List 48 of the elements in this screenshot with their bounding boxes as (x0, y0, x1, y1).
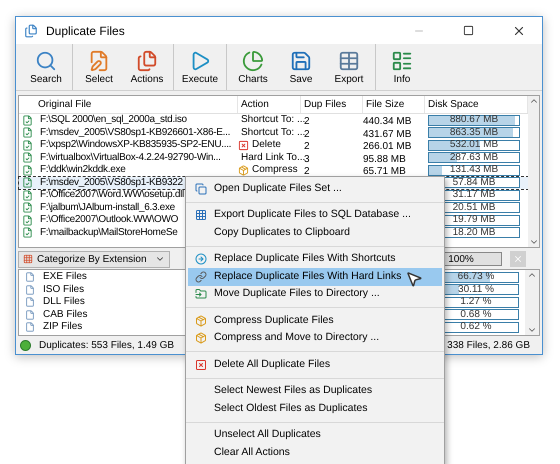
category-name: ZIP Files (43, 322, 82, 332)
bar-reading: 863.35 MB (450, 128, 498, 138)
file-size: 440.34 MB (363, 116, 412, 128)
bar-reading: 0.62 % (460, 322, 492, 332)
window-title: Duplicate Files (46, 22, 126, 40)
action-text: Shortcut To: ... (241, 115, 306, 126)
dup-count: 2 (304, 116, 310, 128)
dup-count: 2 (303, 166, 310, 178)
status-text: Duplicates: 553 Files, 1.49 GB (39, 338, 176, 352)
action-text: Shortcut To: ... (241, 128, 306, 138)
bar-reading: 19.79 MB (452, 215, 496, 226)
bar-reading: 0.68 % (460, 310, 492, 320)
bar-reading: 131.43 MB (450, 165, 498, 176)
dup-count: 2 (303, 141, 310, 152)
bar-reading: 31.17 MB (452, 190, 496, 200)
bar-reading: 57.84 MB (452, 178, 496, 188)
bar-reading: 287.63 MB (450, 152, 498, 163)
file-path: F:\virtualbox\VirtualBox-4.2.24-92790-Win... (39, 152, 222, 163)
category-name: EXE Files (43, 272, 87, 282)
category-name: CAB Files (43, 310, 88, 320)
file-path: F:\ddk\win2kddk.exe (39, 165, 126, 176)
progress-reading: 100% (448, 252, 474, 266)
action-text: Hard Link To... (241, 152, 306, 163)
bar-reading: 66.73 % (458, 272, 494, 282)
bar-reading: 30.11 % (458, 284, 494, 295)
bar-reading: 532.01 MB (450, 140, 498, 150)
file-path: F:\msdev_2005\VS80sp1-KB926601-X86-E... (39, 128, 232, 138)
action-text: Compress (252, 165, 298, 176)
bar-reading: 18.20 MB (452, 228, 496, 238)
file-size: 431.67 MB (363, 128, 412, 140)
bar-reading: 20.51 MB (452, 202, 496, 213)
file-path: F:\Office2007\Outlook.WW\OWO (39, 215, 180, 226)
file-path: F:\SQL 2000\en_sql_2000a_std.iso (39, 115, 188, 126)
file-size: 65.71 MB (363, 166, 406, 178)
file-size: 266.01 MB (363, 141, 412, 152)
file-path: F:\msdev_2005\VS80sp1-KB9322 (39, 178, 184, 188)
bar-reading: 1.27 % (460, 297, 492, 308)
status-text: 338 Files, 2.86 GB (447, 338, 530, 352)
category-name: DLL Files (43, 297, 85, 308)
bar-reading: 880.67 MB (450, 115, 498, 126)
action-text: Delete (252, 140, 281, 150)
dup-count: 2 (304, 128, 310, 140)
file-path: F:\mailbackup\MailStoreHomeSe (39, 228, 178, 238)
file-path: F:\jalbum\JAlbum-install_6.3.exe (39, 202, 176, 213)
category-name: ISO Files (43, 284, 84, 295)
file-path: F:\xpsp2\WindowsXP-KB835935-SP2-ENU.... (39, 140, 232, 150)
file-size: 95.88 MB (363, 154, 406, 165)
file-path: F:\Office2007\Word.WW\osetup.dll (39, 190, 185, 200)
